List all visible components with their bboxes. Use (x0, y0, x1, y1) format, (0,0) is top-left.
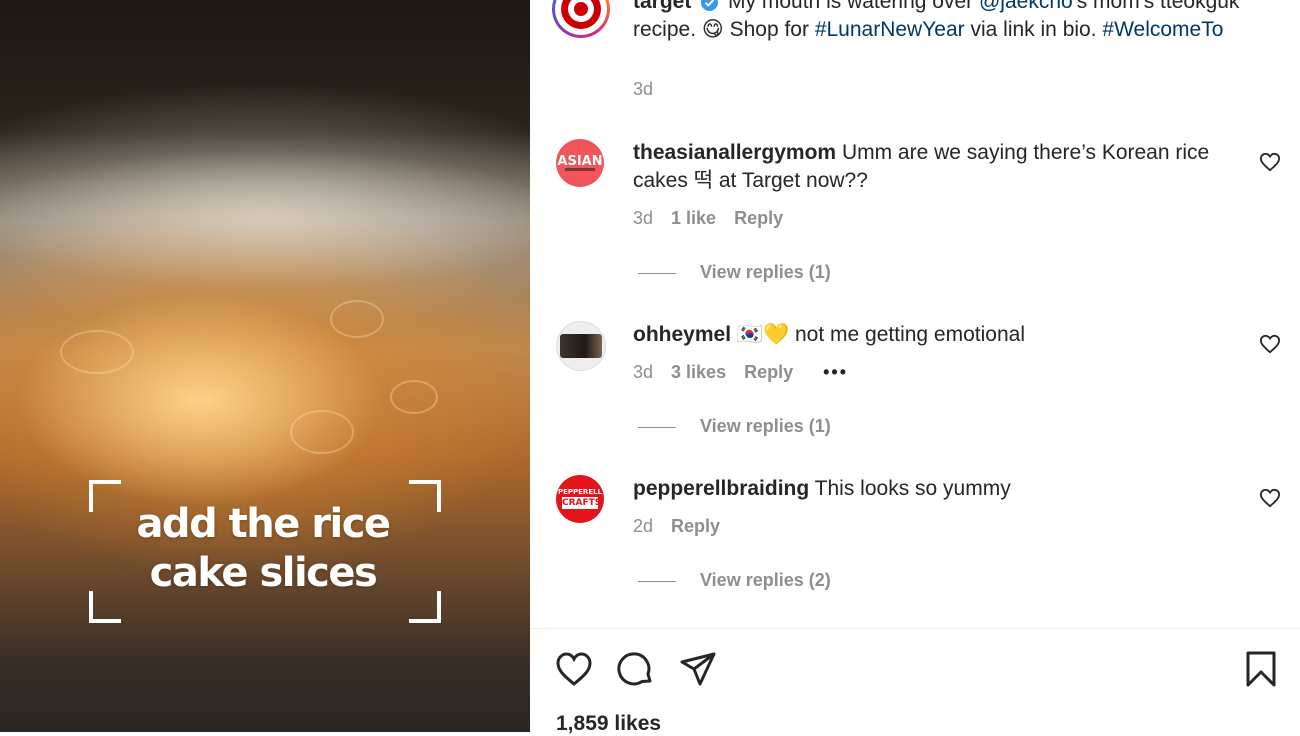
mention-link[interactable]: @jaekcho (979, 0, 1073, 13)
replies-line (638, 272, 676, 274)
caption-line: add the rice (136, 501, 391, 547)
comment-text: This looks so yummy (814, 477, 1011, 500)
avatar-photo (560, 334, 602, 358)
video-caption: add the rice cake slices (100, 500, 426, 598)
comment-text: 🇰🇷💛 not me getting emotional (736, 323, 1025, 346)
author-avatar-inner (555, 0, 607, 35)
comment-username[interactable]: theasianallergymom (633, 141, 836, 164)
view-replies-label: View replies (1) (700, 416, 831, 436)
replies-line (638, 580, 676, 582)
comment-username[interactable]: pepperellbraiding (633, 477, 809, 500)
post-username[interactable]: target (633, 0, 691, 13)
comment-body: ohheymel 🇰🇷💛 not me getting emotional (633, 321, 1243, 349)
comment-likes[interactable]: 3 likes (671, 362, 726, 382)
target-logo-icon (561, 0, 601, 29)
avatar-label: PEPPERELL (557, 488, 603, 496)
post-time[interactable]: 3d (633, 79, 653, 100)
comment-meta: 2d Reply (633, 516, 720, 537)
hashtag-link[interactable]: #WelcomeTo (1102, 18, 1223, 41)
caption-text: My mouth is watering over (728, 0, 979, 13)
heart-icon[interactable] (555, 650, 593, 688)
comment-avatar[interactable]: PEPPERELL CRAFTS (556, 475, 604, 523)
reply-button[interactable]: Reply (734, 208, 783, 228)
avatar-label: CRAFTS (562, 497, 602, 509)
comment-avatar[interactable] (556, 321, 606, 371)
view-replies-button[interactable]: View replies (1) (638, 416, 831, 437)
hashtag-link[interactable]: #LunarNewYear (815, 18, 965, 41)
broth-bubble (60, 330, 134, 374)
author-avatar[interactable] (552, 0, 610, 38)
post-caption: target My mouth is watering over @jaekch… (633, 0, 1253, 44)
comment-username[interactable]: ohheymel (633, 323, 731, 346)
view-replies-label: View replies (2) (700, 570, 831, 590)
comment-meta: 3d 1 like Reply (633, 208, 783, 229)
view-replies-button[interactable]: View replies (1) (638, 262, 831, 283)
reply-button[interactable]: Reply (671, 516, 720, 536)
comment-time[interactable]: 3d (633, 208, 653, 228)
comment-likes[interactable]: 1 like (671, 208, 716, 228)
comment-time[interactable]: 3d (633, 362, 653, 382)
verified-badge-icon (701, 0, 719, 11)
actions-divider (530, 628, 1300, 629)
likes-count[interactable]: 1,859 likes (556, 712, 661, 736)
more-options-icon[interactable]: ••• (823, 362, 848, 382)
comment-like-heart-icon[interactable] (1259, 152, 1281, 172)
steam-overlay (0, 150, 530, 290)
comment-body: pepperellbraiding This looks so yummy (633, 475, 1243, 503)
post-video[interactable]: add the rice cake slices (0, 0, 530, 732)
broth-bubble (330, 300, 384, 338)
view-replies-button[interactable]: View replies (2) (638, 570, 831, 591)
replies-line (638, 426, 676, 428)
bookmark-icon[interactable] (1242, 650, 1280, 688)
avatar-decoration (565, 168, 595, 171)
comment-meta: 3d 3 likes Reply ••• (633, 362, 848, 383)
caption-text: via link in bio. (964, 18, 1103, 41)
comment-body: theasianallergymom Umm are we saying the… (633, 139, 1243, 195)
avatar-label: ASIAN (557, 154, 603, 169)
post-panel: target My mouth is watering over @jaekch… (530, 0, 1300, 735)
comment-time[interactable]: 2d (633, 516, 653, 536)
comment-like-heart-icon[interactable] (1259, 334, 1281, 354)
caption-line: cake slices (149, 550, 378, 596)
view-replies-label: View replies (1) (700, 262, 831, 282)
comment-like-heart-icon[interactable] (1259, 488, 1281, 508)
share-icon[interactable] (679, 650, 717, 688)
comment-avatar[interactable]: ASIAN (556, 139, 604, 187)
broth-bubble (290, 410, 354, 454)
broth-bubble (390, 380, 438, 414)
reply-button[interactable]: Reply (744, 362, 793, 382)
comment-icon[interactable] (617, 650, 655, 688)
